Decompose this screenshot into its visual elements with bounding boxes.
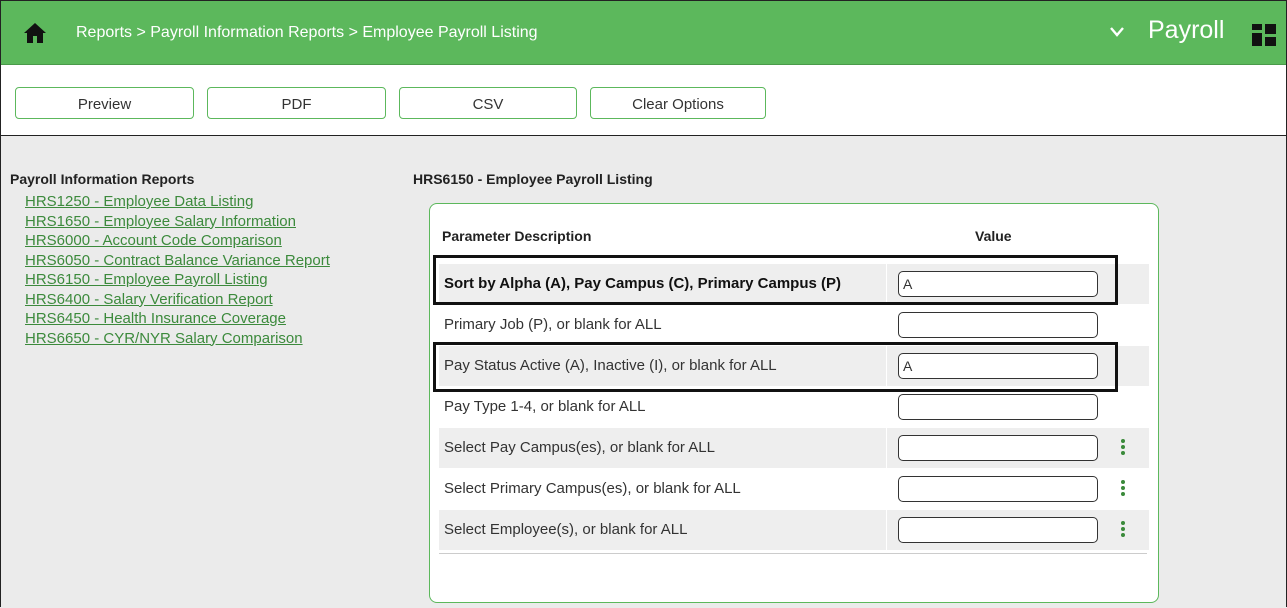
clear-options-button[interactable]: Clear Options [590,87,766,119]
nav-link-hrs1650[interactable]: HRS1650 - Employee Salary Information [25,212,330,232]
module-name[interactable]: Payroll [1148,16,1224,45]
parameter-label: Primary Job (P), or blank for ALL [444,316,662,333]
report-nav-list: HRS1250 - Employee Data Listing HRS1650 … [25,192,330,348]
primary-job-input[interactable] [898,312,1098,338]
employee-input[interactable] [898,517,1098,543]
csv-button[interactable]: CSV [399,87,577,119]
nav-link-hrs1250[interactable]: HRS1250 - Employee Data Listing [25,192,330,212]
pay-type-input[interactable] [898,394,1098,420]
nav-link-hrs6450[interactable]: HRS6450 - Health Insurance Coverage [25,309,330,329]
pdf-button[interactable]: PDF [207,87,386,119]
parameter-label: Select Employee(s), or blank for ALL [444,521,688,538]
kebab-menu-icon[interactable] [1117,521,1129,539]
column-header-value: Value [975,228,1012,244]
cell-divider [886,510,887,550]
app-window: Reports > Payroll Information Reports > … [0,0,1287,607]
parameter-label: Select Primary Campus(es), or blank for … [444,480,741,497]
pay-campus-input[interactable] [898,435,1098,461]
column-header-description: Parameter Description [442,228,592,244]
parameter-row: Pay Type 1-4, or blank for ALL [439,387,1149,427]
top-bar: Reports > Payroll Information Reports > … [1,1,1286,65]
report-title: HRS6150 - Employee Payroll Listing [413,171,653,187]
parameter-row: Select Primary Campus(es), or blank for … [439,469,1149,509]
home-icon[interactable] [23,21,47,45]
nav-link-hrs6000[interactable]: HRS6000 - Account Code Comparison [25,231,330,251]
kebab-menu-icon[interactable] [1117,439,1129,457]
parameter-label: Select Pay Campus(es), or blank for ALL [444,439,715,456]
kebab-menu-icon[interactable] [1117,480,1129,498]
highlight-box-sort [433,255,1118,305]
highlight-box-pay-status [433,342,1118,392]
parameter-label: Pay Type 1-4, or blank for ALL [444,398,646,415]
parameter-row: Select Pay Campus(es), or blank for ALL [439,428,1149,468]
primary-campus-input[interactable] [898,476,1098,502]
cell-divider [886,428,887,468]
preview-button[interactable]: Preview [15,87,194,119]
chevron-down-icon[interactable] [1109,25,1125,39]
app-grid-icon[interactable] [1252,24,1276,46]
nav-link-hrs6050[interactable]: HRS6050 - Contract Balance Variance Repo… [25,251,330,271]
nav-link-hrs6150[interactable]: HRS6150 - Employee Payroll Listing [25,270,330,290]
parameter-row: Select Employee(s), or blank for ALL [439,510,1149,550]
toolbar: Preview PDF CSV Clear Options [1,65,1286,136]
table-divider [439,553,1147,554]
parameter-row: Primary Job (P), or blank for ALL [439,305,1149,345]
nav-link-hrs6400[interactable]: HRS6400 - Salary Verification Report [25,290,330,310]
nav-link-hrs6650[interactable]: HRS6650 - CYR/NYR Salary Comparison [25,329,330,349]
nav-title: Payroll Information Reports [10,171,195,187]
breadcrumb: Reports > Payroll Information Reports > … [76,24,538,41]
